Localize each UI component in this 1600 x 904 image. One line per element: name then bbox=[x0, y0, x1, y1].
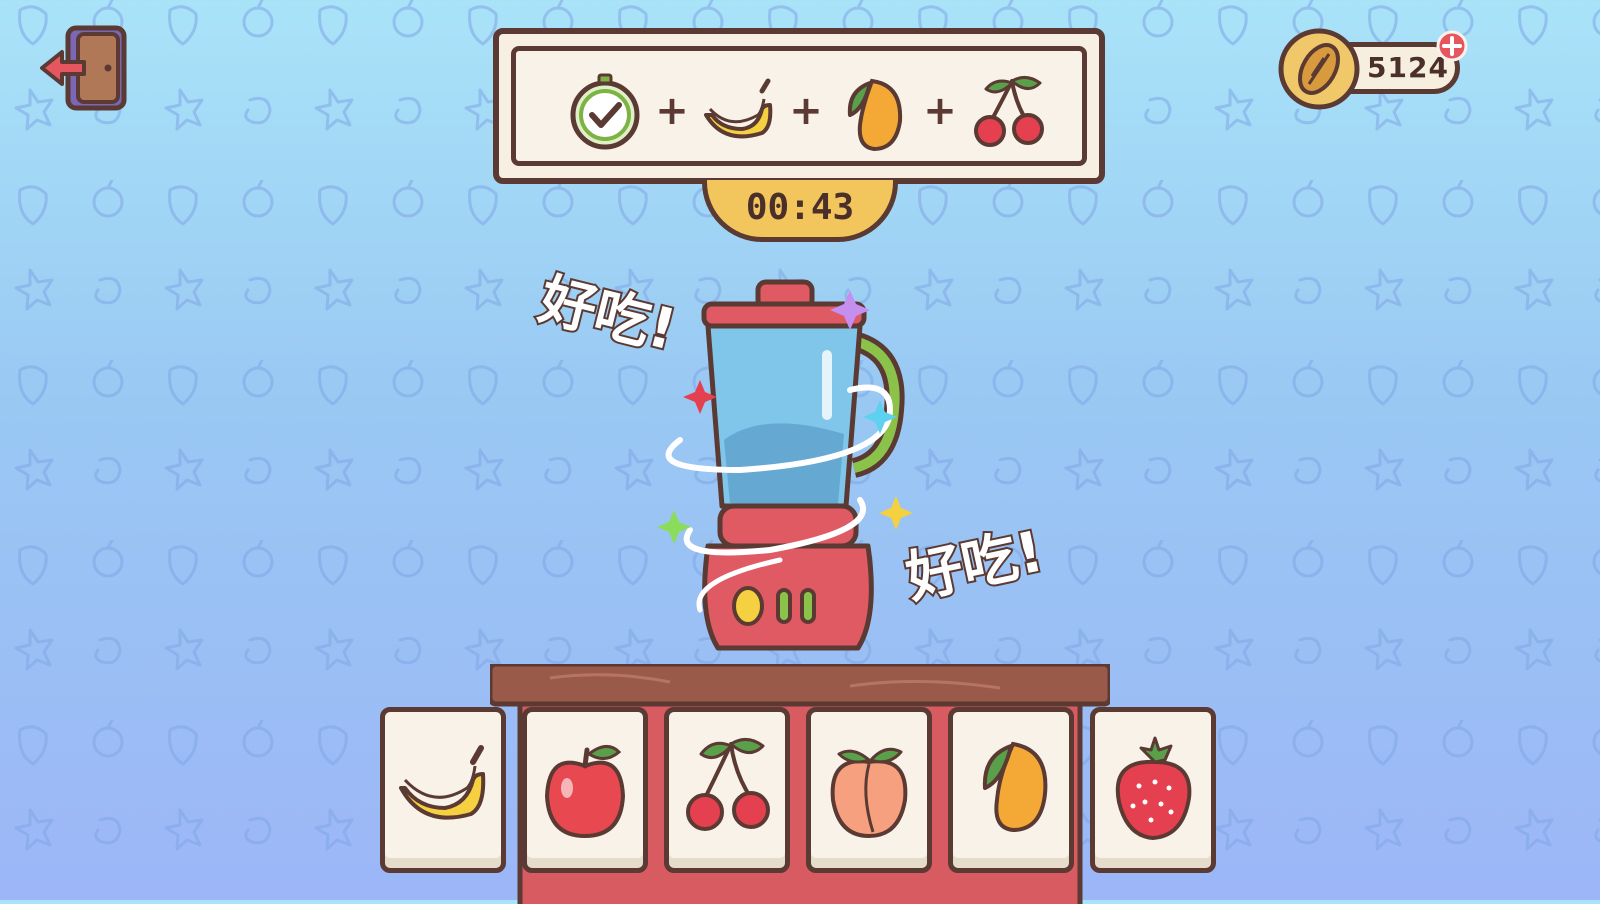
strawberry-icon bbox=[1115, 736, 1192, 841]
cherry-icon bbox=[686, 738, 770, 831]
add-coins-button[interactable] bbox=[1436, 30, 1468, 62]
mango-icon bbox=[982, 741, 1048, 833]
banana-icon bbox=[399, 745, 486, 820]
fruit-card-strawberry[interactable] bbox=[1090, 707, 1216, 873]
plus-separator: + bbox=[789, 88, 823, 134]
check-stopwatch-icon bbox=[570, 73, 640, 150]
countdown-timer: 00:43 bbox=[702, 180, 898, 242]
apple-icon bbox=[544, 745, 626, 839]
fruit-card-apple[interactable] bbox=[522, 707, 648, 873]
fruit-card-mango[interactable] bbox=[948, 707, 1074, 873]
mango-icon bbox=[847, 78, 903, 152]
recipe-slots: + + + bbox=[511, 46, 1087, 166]
fruit-card-cherry[interactable] bbox=[664, 707, 790, 873]
plus-separator: + bbox=[655, 88, 689, 134]
recipe-panel: + + + bbox=[493, 28, 1105, 184]
cherry-icon bbox=[974, 76, 1044, 147]
exit-door-icon bbox=[40, 25, 127, 111]
fruit-card-banana[interactable] bbox=[380, 707, 506, 873]
fruit-card-peach[interactable] bbox=[806, 707, 932, 873]
plus-icon bbox=[1436, 30, 1468, 62]
peach-icon bbox=[830, 747, 908, 839]
exit-door-button[interactable] bbox=[38, 22, 130, 114]
banana-icon bbox=[704, 78, 773, 139]
plus-separator: + bbox=[923, 88, 957, 134]
seed-coin-icon bbox=[1278, 28, 1360, 110]
blender[interactable] bbox=[640, 270, 940, 670]
